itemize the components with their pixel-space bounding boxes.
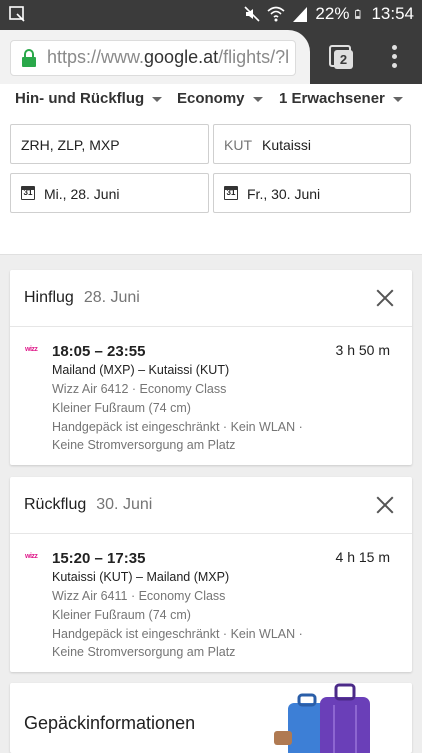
- mute-icon: [244, 6, 260, 22]
- wifi-icon: [267, 6, 285, 22]
- flight-route: Mailand (MXP) – Kutaissi (KUT): [52, 363, 230, 377]
- destination-field[interactable]: KUT Kutaissi: [213, 124, 411, 164]
- address-bar[interactable]: https://www.google.at/flights/?l: [10, 40, 296, 76]
- search-options: Hin- und Rückflug Economy 1 Erwachsener: [15, 90, 422, 120]
- amenities-line-2: Keine Stromversorgung am Platz: [52, 438, 236, 452]
- dropdown-arrow-icon: [252, 96, 263, 102]
- signal-icon: [293, 7, 308, 22]
- return-title: Rückflug: [24, 496, 87, 513]
- battery-percent: 22%: [315, 4, 350, 23]
- return-date: 30. Juni: [96, 496, 153, 513]
- passengers-label: 1 Erwachsener: [279, 90, 385, 107]
- close-icon[interactable]: [376, 496, 394, 514]
- flight-times: 18:05 – 23:55: [52, 343, 146, 360]
- outbound-flight-card: Hinflug 28. Juni wizz 18:05 – 23:55 3 h 5…: [10, 270, 412, 465]
- legroom-info: Kleiner Fußraum (74 cm): [52, 608, 191, 622]
- search-panel: Hin- und Rückflug Economy 1 Erwachsener …: [0, 84, 422, 255]
- dropdown-arrow-icon: [392, 96, 403, 102]
- origin-value: ZRH, ZLP, MXP: [21, 137, 120, 153]
- close-icon[interactable]: [376, 289, 394, 307]
- flight-duration: 4 h 15 m: [335, 549, 390, 565]
- flight-info: Wizz Air 6412 · Economy Class: [52, 382, 227, 396]
- overflow-menu-button[interactable]: [388, 45, 400, 71]
- screenshot-icon: [9, 6, 25, 22]
- luggage-illustration: [274, 683, 370, 753]
- return-date-value: Fr., 30. Juni: [247, 186, 321, 202]
- outbound-title-line: Hinflug 28. Juni: [24, 289, 140, 307]
- amenities-line-1: Handgepäck ist eingeschränkt · Kein WLAN…: [52, 420, 303, 434]
- flight-times: 15:20 – 17:35: [52, 550, 146, 567]
- url-host: google.at: [144, 47, 219, 67]
- baggage-info-card[interactable]: Gepäckinformationen: [10, 683, 412, 753]
- baggage-title: Gepäckinformationen: [24, 713, 196, 733]
- flight-duration: 3 h 50 m: [335, 342, 390, 358]
- url-prefix: https://www.: [47, 47, 145, 67]
- dropdown-arrow-icon: [152, 96, 163, 102]
- menu-dot-icon: [391, 54, 397, 59]
- menu-dot-icon: [391, 45, 397, 50]
- outbound-date: 28. Juni: [83, 289, 140, 306]
- tab-switcher-button[interactable]: 2: [329, 45, 355, 69]
- battery-icon: [355, 9, 361, 19]
- departure-date-value: Mi., 28. Juni: [44, 186, 120, 202]
- lock-icon: [22, 49, 36, 67]
- amenities-line-1: Handgepäck ist eingeschränkt · Kein WLAN…: [52, 627, 303, 641]
- departure-date-field[interactable]: 31 Mi., 28. Juni: [10, 173, 209, 213]
- menu-dot-icon: [391, 63, 397, 68]
- trip-type-label: Hin- und Rückflug: [15, 90, 145, 107]
- destination-code: KUT: [224, 137, 252, 153]
- airline-logo: wizz: [25, 346, 38, 353]
- clock: 13:54: [371, 4, 414, 23]
- flight-info: Wizz Air 6411 · Economy Class: [52, 589, 226, 603]
- passengers-dropdown[interactable]: 1 Erwachsener: [279, 90, 403, 107]
- flight-route: Kutaissi (KUT) – Mailand (MXP): [52, 570, 230, 584]
- browser-toolbar: https://www.google.at/flights/?l 2: [0, 30, 422, 84]
- origin-field[interactable]: ZRH, ZLP, MXP: [10, 124, 209, 164]
- trip-type-dropdown[interactable]: Hin- und Rückflug: [15, 90, 163, 107]
- calendar-icon: 31: [21, 186, 35, 200]
- amenities-line-2: Keine Stromversorgung am Platz: [52, 645, 236, 659]
- status-bar: 22% 13:54: [0, 0, 422, 30]
- tab-count: 2: [334, 50, 353, 69]
- outbound-card-header: Hinflug 28. Juni: [10, 270, 412, 327]
- return-card-header: Rückflug 30. Juni: [10, 477, 412, 534]
- return-flight-card: Rückflug 30. Juni wizz 15:20 – 17:35 4 h …: [10, 477, 412, 672]
- airline-logo: wizz: [25, 553, 38, 560]
- destination-name: Kutaissi: [262, 137, 312, 153]
- url-path: /flights/?l: [218, 47, 290, 67]
- cabin-class-label: Economy: [177, 90, 245, 107]
- calendar-icon: 31: [224, 186, 238, 200]
- return-date-field[interactable]: 31 Fr., 30. Juni: [213, 173, 411, 213]
- legroom-info: Kleiner Fußraum (74 cm): [52, 401, 191, 415]
- cabin-class-dropdown[interactable]: Economy: [177, 90, 263, 107]
- address-bar-container: https://www.google.at/flights/?l: [0, 30, 310, 84]
- url-text: https://www.google.at/flights/?l: [47, 47, 289, 68]
- outbound-title: Hinflug: [24, 289, 74, 306]
- return-title-line: Rückflug 30. Juni: [24, 496, 152, 514]
